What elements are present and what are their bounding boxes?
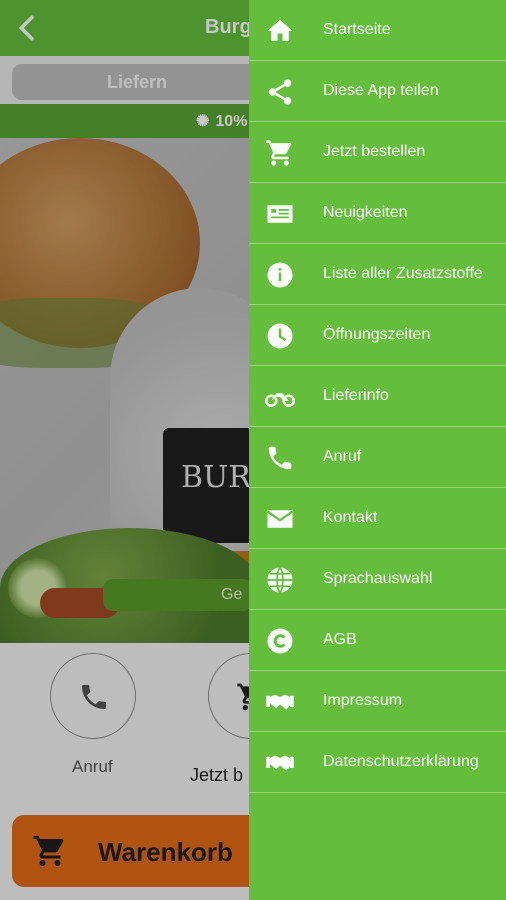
menu-label: Liste aller Zusatzstoffe [323,265,483,282]
menu-item-opening-hours[interactable]: Öffnungszeiten [249,305,506,366]
navigation-drawer: Startseite Diese App teilen Jetzt bestel… [249,0,506,900]
mail-icon [265,504,295,534]
menu-item-imprint[interactable]: Impressum [249,671,506,732]
menu-label: Sprachauswahl [323,570,433,587]
menu-label: Lieferinfo [323,387,389,404]
news-icon [265,199,295,229]
menu-label: Startseite [323,21,391,38]
menu-label: Jetzt bestellen [323,143,426,160]
handshake-icon [265,687,295,717]
clock-icon [265,321,295,351]
menu-item-additives[interactable]: Liste aller Zusatzstoffe [249,244,506,305]
menu-label: Datenschutzerklärung [323,753,479,770]
menu-label: Anruf [323,448,362,465]
info-icon [265,260,295,290]
menu-label: Kontakt [323,509,378,526]
menu-item-delivery-info[interactable]: Lieferinfo [249,366,506,427]
menu-label: AGB [323,631,357,648]
menu-item-privacy[interactable]: Datenschutzerklärung [249,732,506,793]
menu-item-share-app[interactable]: Diese App teilen [249,61,506,122]
menu-item-news[interactable]: Neuigkeiten [249,183,506,244]
menu-item-language[interactable]: Sprachauswahl [249,549,506,610]
share-icon [265,77,295,107]
menu-label: Öffnungszeiten [323,326,431,343]
motorcycle-icon [265,382,295,412]
menu-label: Diese App teilen [323,82,439,99]
menu-label: Neuigkeiten [323,204,408,221]
menu-item-call[interactable]: Anruf [249,427,506,488]
globe-icon [265,565,295,595]
menu-item-order-now[interactable]: Jetzt bestellen [249,122,506,183]
copyright-icon [265,626,295,656]
home-icon [265,16,295,46]
handshake-icon [265,748,295,778]
menu-item-startseite[interactable]: Startseite [249,0,506,61]
menu-item-contact[interactable]: Kontakt [249,488,506,549]
menu-item-terms[interactable]: AGB [249,610,506,671]
menu-label: Impressum [323,692,403,709]
cart-icon [265,138,295,168]
phone-icon [265,443,295,473]
